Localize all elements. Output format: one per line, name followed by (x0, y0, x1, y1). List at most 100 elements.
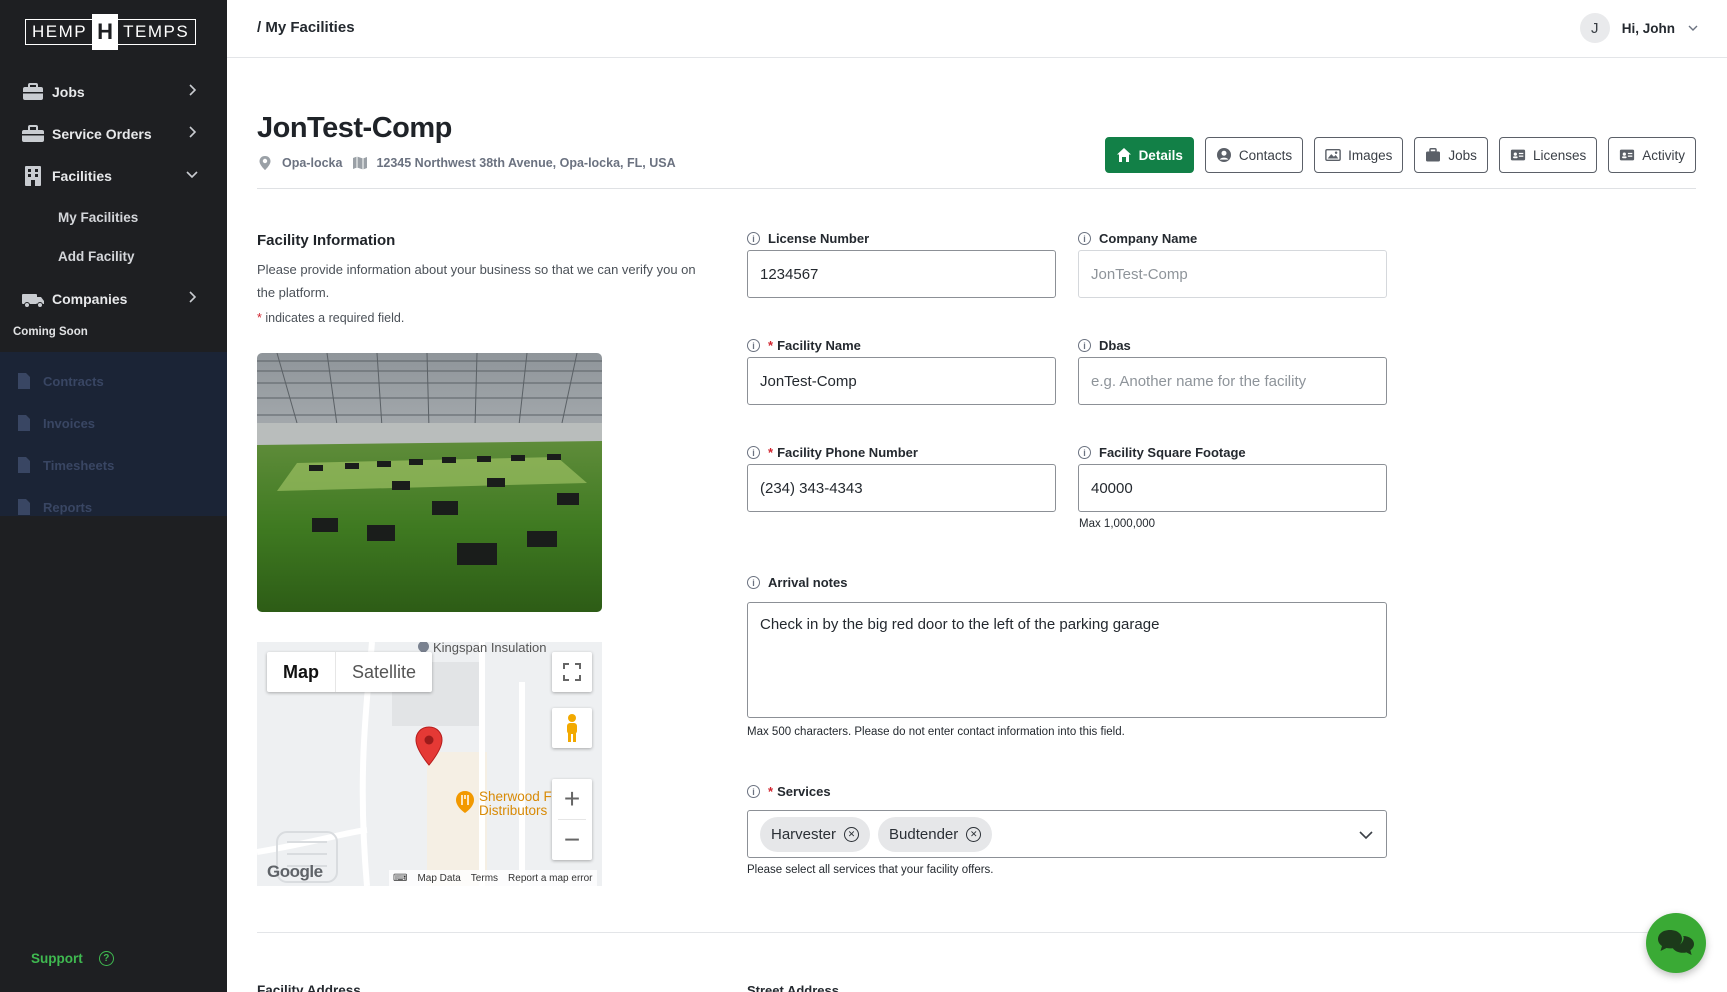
tab-images[interactable]: Images (1314, 137, 1404, 173)
info-icon[interactable]: i (747, 576, 760, 589)
zoom-in-button[interactable]: + (552, 779, 592, 819)
facility-photo[interactable] (257, 353, 602, 612)
info-icon[interactable]: i (1078, 339, 1091, 352)
zoom-out-button[interactable]: − (552, 820, 592, 860)
map-marker-icon[interactable] (415, 726, 443, 766)
chat-button[interactable] (1646, 913, 1706, 973)
info-icon[interactable]: i (1078, 446, 1091, 459)
sidebar-item-label: Invoices (43, 415, 96, 431)
fullscreen-button[interactable] (552, 652, 592, 692)
sidebar-subitem-add-facility[interactable]: Add Facility (58, 249, 135, 264)
section-title: Facility Information (257, 232, 396, 249)
map-terms-link[interactable]: Terms (471, 873, 498, 884)
map-poi-label: Kingspan Insulation (433, 642, 547, 655)
sidebar-item-label: Facilities (52, 168, 112, 184)
info-icon[interactable]: i (747, 785, 760, 798)
building-icon (20, 165, 46, 187)
tab-label: Licenses (1532, 147, 1587, 163)
location-map[interactable]: Kingspan Insulation Map Satellite + − Sh… (257, 642, 602, 886)
tab-activity[interactable]: Activity (1608, 137, 1696, 173)
coming-soon-heading: Coming Soon (13, 326, 88, 338)
sidebar-item-facilities[interactable]: Facilities (0, 157, 227, 195)
required-note: * indicates a required field. (257, 311, 404, 325)
support-link[interactable]: Support ? (31, 951, 114, 966)
label-text: Facility Square Footage (1099, 445, 1246, 460)
remove-chip-icon[interactable]: ✕ (844, 826, 860, 842)
chevron-down-icon (186, 171, 198, 179)
square-footage-label: i Facility Square Footage (1078, 445, 1246, 460)
square-footage-input[interactable] (1078, 464, 1387, 512)
sidebar-item-label: Reports (43, 499, 93, 515)
label-text: Facility Name (777, 338, 861, 353)
map-poi-line: Distributors (479, 803, 548, 818)
info-icon[interactable]: i (1078, 232, 1091, 245)
tab-contacts[interactable]: Contacts (1204, 137, 1304, 173)
sidebar: HEMP H TEMPS Jobs Service Orders Facilit… (0, 0, 227, 992)
tab-label: Activity (1642, 147, 1685, 163)
briefcase-icon (20, 81, 46, 103)
label-text: Dbas (1099, 338, 1131, 353)
map-data-link[interactable]: Map Data (417, 873, 460, 884)
license-number-input[interactable] (747, 250, 1056, 298)
dbas-input[interactable] (1078, 357, 1387, 405)
sidebar-item-companies[interactable]: Companies (0, 280, 227, 318)
sidebar-item-label: Timesheets (43, 457, 115, 473)
facility-phone-input[interactable] (747, 464, 1056, 512)
user-greeting: Hi, John (1621, 20, 1675, 36)
brand-logo[interactable]: HEMP H TEMPS (25, 14, 200, 50)
arrival-notes-textarea[interactable]: Check in by the big red door to the left… (747, 602, 1387, 718)
required-note-text: indicates a required field. (261, 311, 405, 325)
google-logo: Google (267, 862, 323, 881)
map-attribution: ⌨ Map Data Terms Report a map error (389, 870, 597, 886)
service-chip: Budtender ✕ (878, 816, 993, 852)
briefcase-icon (1425, 147, 1441, 163)
arrival-notes-label: i Arrival notes (747, 575, 847, 590)
tab-details[interactable]: Details (1104, 137, 1194, 173)
brand-right: TEMPS (116, 19, 197, 45)
user-menu[interactable]: J Hi, John (1579, 13, 1699, 43)
sidebar-subitem-my-facilities[interactable]: My Facilities (58, 210, 138, 225)
restaurant-pin-icon (456, 791, 474, 813)
service-chip: Harvester ✕ (760, 816, 871, 852)
chevron-down-icon[interactable] (1358, 827, 1374, 843)
map-tab-satellite[interactable]: Satellite (335, 652, 432, 692)
sidebar-item-label: Jobs (52, 84, 85, 100)
remove-chip-icon[interactable]: ✕ (966, 826, 982, 842)
tab-licenses[interactable]: Licenses (1498, 137, 1598, 173)
label-text: Arrival notes (768, 575, 848, 590)
company-name-input[interactable] (1078, 250, 1387, 298)
chip-label: Harvester (771, 825, 837, 843)
section-description: Please provide information about your bu… (257, 262, 696, 300)
toolbox-icon (20, 123, 46, 145)
label-text: Services (777, 784, 831, 799)
required-star: * (768, 784, 774, 799)
company-name-label: i Company Name (1078, 231, 1197, 246)
sidebar-item-service-orders[interactable]: Service Orders (0, 115, 227, 153)
map-tab-map[interactable]: Map (267, 652, 335, 692)
sidebar-item-jobs[interactable]: Jobs (0, 73, 227, 111)
chevron-right-icon (189, 126, 197, 138)
street-view-pegman[interactable] (552, 708, 592, 748)
info-icon[interactable]: i (747, 446, 760, 459)
help-icon: ? (98, 951, 114, 966)
info-icon[interactable]: i (747, 339, 760, 352)
map-report-link[interactable]: Report a map error (508, 873, 592, 884)
page-title: JonTest-Comp (257, 112, 452, 144)
breadcrumb[interactable]: / My Facilities (257, 19, 355, 36)
report-icon (17, 497, 35, 517)
keyboard-icon[interactable]: ⌨ (393, 873, 407, 884)
sidebar-item-invoices: Invoices (17, 413, 95, 433)
divider (257, 188, 1696, 189)
license-number-label: i License Number (747, 231, 869, 246)
dbas-label: i Dbas (1078, 338, 1131, 353)
tab-label: Contacts (1238, 147, 1293, 163)
services-multiselect[interactable]: Harvester ✕ Budtender ✕ (747, 810, 1387, 858)
facility-name-input[interactable] (747, 357, 1056, 405)
street-address-label: Street Address (747, 983, 839, 992)
info-icon[interactable]: i (747, 232, 760, 245)
arrival-notes-helper: Max 500 characters. Please do not enter … (747, 726, 1125, 738)
truck-icon (20, 288, 46, 310)
tab-jobs[interactable]: Jobs (1414, 137, 1488, 173)
tab-label: Details (1138, 147, 1183, 163)
zoom-controls: + − (552, 779, 592, 860)
